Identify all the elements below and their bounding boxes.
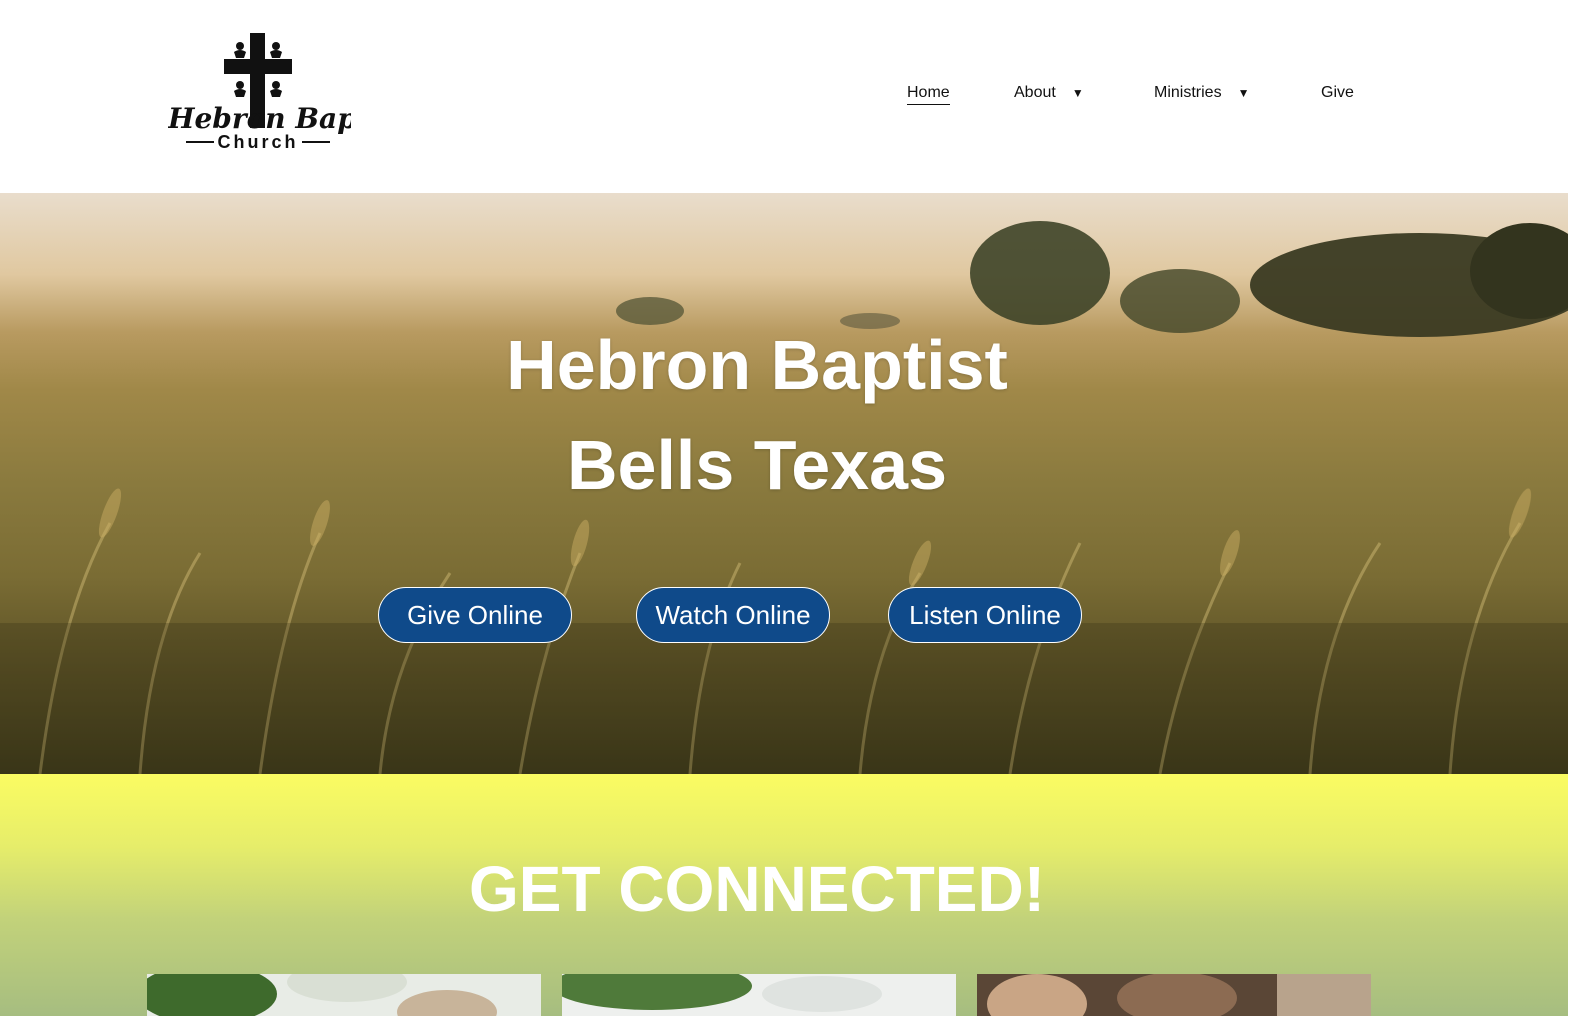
nav-item-label: Home bbox=[907, 82, 950, 105]
svg-text:Church: Church bbox=[218, 132, 299, 152]
caret-down-icon[interactable]: ▼ bbox=[1072, 82, 1084, 104]
connect-card-image[interactable] bbox=[147, 974, 541, 1016]
site-header: Hebron Baptist Church Home About ▼ Minis… bbox=[0, 0, 1568, 193]
scrollbar-gutter bbox=[1568, 0, 1595, 1016]
nav-item-label: About bbox=[1014, 84, 1056, 101]
hero-title-line1: Hebron Baptist bbox=[506, 326, 1008, 404]
listen-online-button[interactable]: Listen Online bbox=[888, 587, 1082, 643]
photo-thumbnail bbox=[147, 974, 541, 1016]
photo-thumbnail bbox=[977, 974, 1371, 1016]
watch-online-button[interactable]: Watch Online bbox=[636, 587, 830, 643]
photo-thumbnail bbox=[562, 974, 956, 1016]
hero-banner: Hebron Baptist Bells Texas Give Online W… bbox=[0, 193, 1568, 774]
nav-item-label: Give bbox=[1321, 84, 1354, 101]
hero-title: Hebron Baptist Bells Texas bbox=[0, 315, 1514, 515]
section-title: GET CONNECTED! bbox=[469, 853, 1045, 925]
nav-item-about[interactable]: About ▼ bbox=[1014, 82, 1084, 104]
nav-item-ministries[interactable]: Ministries ▼ bbox=[1154, 82, 1249, 104]
nav-item-home[interactable]: Home bbox=[907, 82, 950, 105]
caret-down-icon[interactable]: ▼ bbox=[1238, 82, 1250, 104]
nav-item-label: Ministries bbox=[1154, 84, 1222, 101]
connect-card-image[interactable] bbox=[977, 974, 1371, 1016]
give-online-button[interactable]: Give Online bbox=[378, 587, 572, 643]
nav-item-give[interactable]: Give bbox=[1321, 82, 1354, 104]
get-connected-section: GET CONNECTED! bbox=[0, 774, 1568, 1016]
connect-card-image[interactable] bbox=[562, 974, 956, 1016]
main-nav: Home About ▼ Ministries ▼ Give bbox=[0, 82, 1568, 110]
hero-title-line2: Bells Texas bbox=[566, 426, 948, 504]
